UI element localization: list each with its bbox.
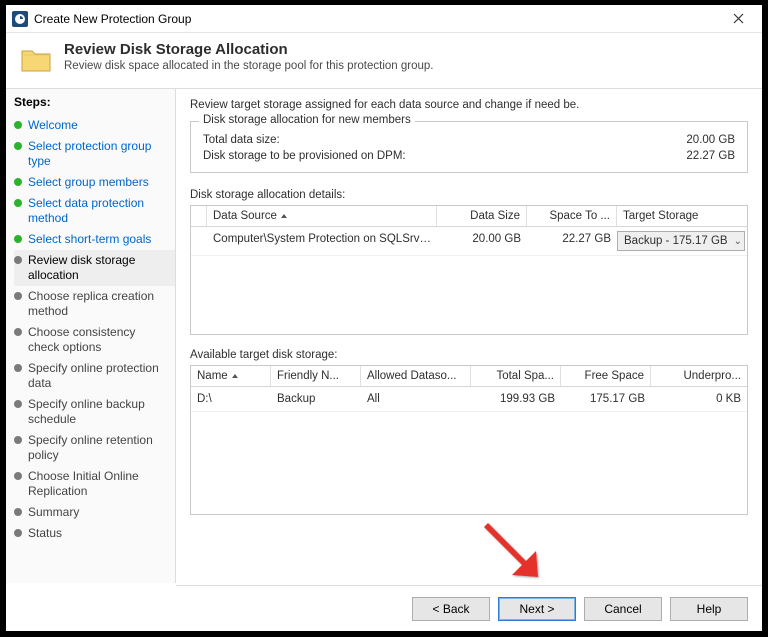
app-icon	[12, 11, 28, 27]
page-heading: Review Disk Storage Allocation	[64, 41, 434, 58]
col-underprovisioned[interactable]: Underpro...	[651, 366, 747, 386]
col-data-source[interactable]: Data Source	[207, 206, 437, 226]
table-row[interactable]: D:\ Backup All 199.93 GB 175.17 GB 0 KB	[191, 387, 747, 412]
cell-total-space: 199.93 GB	[471, 391, 561, 407]
chevron-down-icon: ⌄	[734, 236, 742, 247]
step-bullet-icon	[14, 400, 22, 408]
steps-title: Steps:	[14, 95, 175, 109]
step-bullet-icon	[14, 256, 22, 264]
new-members-legend: Disk storage allocation for new members	[199, 114, 415, 126]
col-friendly-name[interactable]: Friendly N...	[271, 366, 361, 386]
wizard-button-bar: < Back Next > Cancel Help	[176, 585, 762, 631]
folder-icon	[20, 45, 54, 75]
col-target-storage[interactable]: Target Storage	[617, 206, 747, 226]
close-button[interactable]	[718, 7, 758, 31]
cell-data-source: Computer\System Protection on SQLSrv1.d.…	[207, 231, 437, 251]
target-storage-select[interactable]: Backup - 175.17 GB ⌄	[617, 231, 745, 251]
available-label: Available target disk storage:	[190, 349, 748, 361]
help-button[interactable]: Help	[670, 597, 748, 621]
step-bullet-icon	[14, 235, 22, 243]
target-storage-selected: Backup - 175.17 GB	[624, 235, 728, 247]
step-13[interactable]: Status	[14, 523, 175, 544]
wizard-window: Create New Protection Group Review Disk …	[5, 4, 763, 632]
cell-name: D:\	[191, 391, 271, 407]
step-9[interactable]: Specify online backup schedule	[14, 394, 175, 430]
step-label: Select short-term goals	[28, 232, 151, 247]
cell-space-to: 22.27 GB	[527, 231, 617, 251]
wizard-header: Review Disk Storage Allocation Review di…	[6, 33, 762, 89]
cell-underprovisioned: 0 KB	[651, 391, 747, 407]
step-bullet-icon	[14, 328, 22, 336]
steps-sidebar: Steps: Welcome Select protection group ty…	[6, 89, 176, 583]
cell-allowed: All	[361, 391, 471, 407]
col-space-to[interactable]: Space To ...	[527, 206, 617, 226]
available-storage-grid[interactable]: Name Friendly N... Allowed Dataso... Tot…	[190, 365, 748, 515]
step-10[interactable]: Specify online retention policy	[14, 430, 175, 466]
cell-data-size: 20.00 GB	[437, 231, 527, 251]
step-6[interactable]: Choose replica creation method	[14, 286, 175, 322]
main-panel: Review target storage assigned for each …	[176, 89, 762, 583]
step-4[interactable]: Select short-term goals	[14, 229, 175, 250]
step-bullet-icon	[14, 436, 22, 444]
step-bullet-icon	[14, 142, 22, 150]
step-5[interactable]: Review disk storage allocation	[14, 250, 175, 286]
step-8[interactable]: Specify online protection data	[14, 358, 175, 394]
step-0[interactable]: Welcome	[14, 115, 175, 136]
col-free-space[interactable]: Free Space	[561, 366, 651, 386]
step-label: Summary	[28, 505, 79, 520]
cancel-button[interactable]: Cancel	[584, 597, 662, 621]
step-label: Select group members	[28, 175, 149, 190]
step-bullet-icon	[14, 199, 22, 207]
next-button[interactable]: Next >	[498, 597, 576, 621]
titlebar: Create New Protection Group	[6, 5, 762, 33]
step-label: Choose consistency check options	[28, 325, 169, 355]
col-name[interactable]: Name	[191, 366, 271, 386]
total-size-label: Total data size:	[203, 134, 280, 146]
step-bullet-icon	[14, 178, 22, 186]
page-subtitle: Review disk space allocated in the stora…	[64, 60, 434, 72]
step-2[interactable]: Select group members	[14, 172, 175, 193]
step-bullet-icon	[14, 529, 22, 537]
step-label: Select protection group type	[28, 139, 169, 169]
step-bullet-icon	[14, 364, 22, 372]
step-label: Specify online backup schedule	[28, 397, 169, 427]
step-3[interactable]: Select data protection method	[14, 193, 175, 229]
new-members-group: Disk storage allocation for new members …	[190, 121, 748, 173]
step-1[interactable]: Select protection group type	[14, 136, 175, 172]
step-label: Choose replica creation method	[28, 289, 169, 319]
step-12[interactable]: Summary	[14, 502, 175, 523]
details-label: Disk storage allocation details:	[190, 189, 748, 201]
window-title: Create New Protection Group	[34, 12, 718, 26]
instructions-text: Review target storage assigned for each …	[190, 99, 748, 111]
provision-value: 22.27 GB	[686, 150, 735, 162]
step-bullet-icon	[14, 292, 22, 300]
step-label: Specify online retention policy	[28, 433, 169, 463]
back-button[interactable]: < Back	[412, 597, 490, 621]
total-size-value: 20.00 GB	[686, 134, 735, 146]
step-label: Review disk storage allocation	[28, 253, 169, 283]
step-label: Welcome	[28, 118, 78, 133]
step-bullet-icon	[14, 472, 22, 480]
table-row[interactable]: Computer\System Protection on SQLSrv1.d.…	[191, 227, 747, 256]
step-11[interactable]: Choose Initial Online Replication	[14, 466, 175, 502]
allocation-details-grid[interactable]: Data Source Data Size Space To ... Targe…	[190, 205, 748, 335]
cell-friendly-name: Backup	[271, 391, 361, 407]
provision-label: Disk storage to be provisioned on DPM:	[203, 150, 406, 162]
step-bullet-icon	[14, 121, 22, 129]
step-7[interactable]: Choose consistency check options	[14, 322, 175, 358]
step-label: Status	[28, 526, 62, 541]
col-total-space[interactable]: Total Spa...	[471, 366, 561, 386]
cell-free-space: 175.17 GB	[561, 391, 651, 407]
step-label: Specify online protection data	[28, 361, 169, 391]
col-data-size[interactable]: Data Size	[437, 206, 527, 226]
step-label: Select data protection method	[28, 196, 169, 226]
step-label: Choose Initial Online Replication	[28, 469, 169, 499]
step-bullet-icon	[14, 508, 22, 516]
col-allowed-datasources[interactable]: Allowed Dataso...	[361, 366, 471, 386]
